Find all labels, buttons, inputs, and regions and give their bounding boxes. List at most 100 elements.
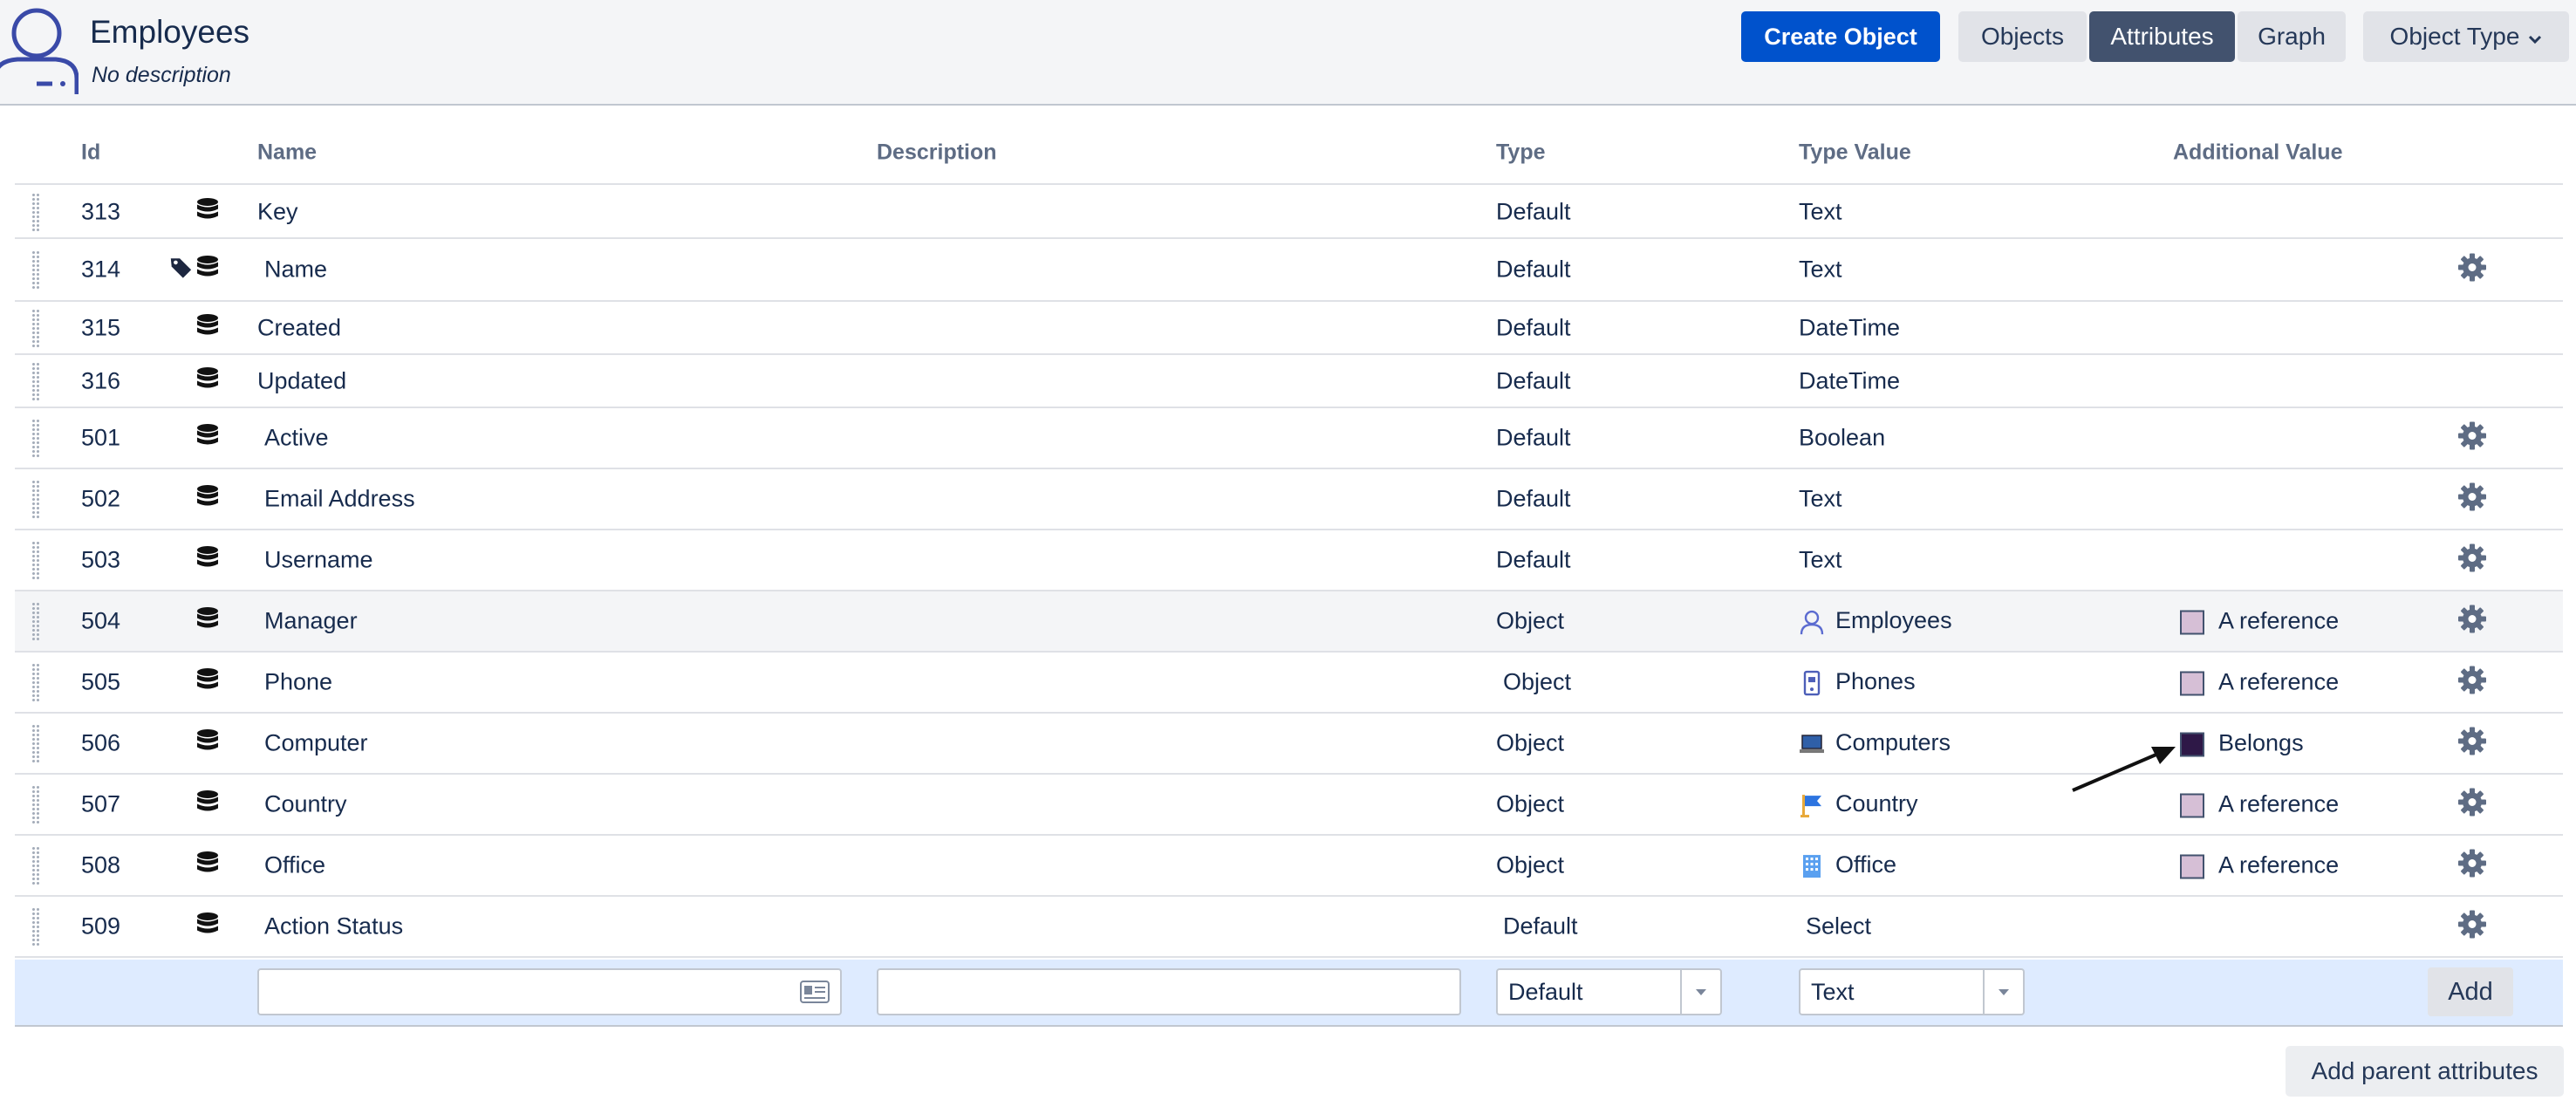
attribute-id: 501 — [81, 424, 121, 451]
drag-handle-icon[interactable] — [31, 907, 40, 946]
attribute-type-value: Boolean — [1799, 425, 1885, 452]
attribute-type: Object — [1496, 729, 1565, 756]
drag-handle-icon[interactable] — [31, 419, 40, 457]
table-row[interactable]: 503 Username Default Text — [15, 530, 2563, 591]
table-row[interactable]: 502 Email Address Default Text — [15, 469, 2563, 530]
table-row[interactable]: 315 Created Default DateTime — [15, 302, 2563, 355]
table-row[interactable]: 313 Key Default Text — [15, 186, 2563, 239]
table-row[interactable]: 501 Active Default Boolean — [15, 408, 2563, 469]
attribute-name[interactable]: Created — [257, 314, 341, 341]
attribute-name[interactable]: Key — [257, 198, 298, 225]
attribute-name[interactable]: Name — [264, 256, 327, 284]
table-row[interactable]: 509 Action Status Default Select — [15, 897, 2563, 958]
attribute-name[interactable]: Manager — [264, 608, 358, 635]
attribute-name[interactable]: Username — [264, 547, 373, 574]
reference-color-swatch — [2180, 671, 2204, 696]
page-title: Employees — [90, 14, 250, 50]
attribute-type: Default — [1496, 198, 1571, 224]
gear-icon[interactable] — [2457, 666, 2487, 700]
type-value-label: Phones — [1835, 668, 1916, 695]
attribute-name[interactable]: Phone — [264, 669, 332, 696]
column-header-id[interactable]: Id — [81, 140, 100, 166]
new-attribute-description-input[interactable] — [877, 968, 1461, 1015]
attribute-id: 503 — [81, 546, 121, 573]
table-header-row: Id Name Description Type Type Value Addi… — [15, 122, 2563, 185]
attribute-name[interactable]: Country — [264, 791, 347, 818]
reference-color-swatch — [2180, 793, 2204, 818]
attribute-type-value: DateTime — [1799, 367, 1900, 394]
column-header-description[interactable]: Description — [877, 140, 997, 166]
attribute-name[interactable]: Action Status — [264, 913, 403, 940]
drag-handle-icon[interactable] — [31, 308, 40, 347]
new-attribute-name-input[interactable] — [257, 968, 842, 1015]
drag-handle-icon[interactable] — [31, 192, 40, 231]
additional-value-label: A reference — [2218, 668, 2340, 695]
table-row[interactable]: 508 Office Object Office A reference — [15, 836, 2563, 897]
table-row[interactable]: 505 Phone Object Phones A reference — [15, 653, 2563, 714]
gear-icon[interactable] — [2457, 910, 2487, 944]
gear-icon[interactable] — [2457, 543, 2487, 578]
type-value-select-value: Text — [1811, 979, 1855, 1005]
add-attribute-button[interactable]: Add — [2428, 967, 2513, 1016]
laptop-icon — [1799, 731, 1825, 757]
attribute-type-value: Employees — [1799, 607, 1952, 635]
dropdown-arrow-icon[interactable] — [1680, 970, 1720, 1014]
column-header-additional-value[interactable]: Additional Value — [2173, 140, 2342, 166]
attribute-type: Default — [1496, 256, 1571, 283]
create-object-button[interactable]: Create Object — [1741, 11, 1940, 62]
drag-handle-icon[interactable] — [31, 361, 40, 400]
table-row[interactable]: 504 Manager Object Employees A reference — [15, 591, 2563, 653]
drag-handle-icon[interactable] — [31, 846, 40, 885]
gear-icon[interactable] — [2457, 253, 2487, 287]
page-description: No description — [92, 63, 231, 87]
tab-objects[interactable]: Objects — [1958, 11, 2087, 62]
drag-handle-icon[interactable] — [31, 785, 40, 824]
column-header-type-value[interactable]: Type Value — [1799, 140, 1911, 166]
dropdown-arrow-icon[interactable] — [1983, 970, 2023, 1014]
column-header-name[interactable]: Name — [257, 140, 317, 166]
phone-icon — [1799, 670, 1825, 696]
attribute-id: 314 — [81, 256, 121, 283]
drag-handle-icon[interactable] — [31, 602, 40, 640]
attribute-name[interactable]: Active — [264, 425, 329, 452]
table-row[interactable]: 316 Updated Default DateTime — [15, 355, 2563, 408]
table-row[interactable]: 314 Name Default Text — [15, 239, 2563, 302]
database-icon — [195, 728, 221, 759]
new-attribute-type-select[interactable]: Default — [1496, 968, 1722, 1015]
attribute-id: 509 — [81, 912, 121, 940]
object-type-person-icon — [0, 8, 79, 94]
gear-icon[interactable] — [2457, 849, 2487, 883]
attribute-type: Object — [1503, 668, 1572, 695]
gear-icon[interactable] — [2457, 605, 2487, 639]
gear-icon[interactable] — [2457, 727, 2487, 761]
attribute-name[interactable]: Office — [264, 852, 325, 879]
drag-handle-icon[interactable] — [31, 724, 40, 762]
object-type-menu-button[interactable]: Object Type — [2363, 11, 2569, 62]
attribute-name[interactable]: Updated — [257, 367, 346, 394]
drag-handle-icon[interactable] — [31, 480, 40, 518]
new-attribute-type-value-select[interactable]: Text — [1799, 968, 2025, 1015]
column-header-type[interactable]: Type — [1496, 140, 1546, 166]
attribute-id: 506 — [81, 729, 121, 756]
building-icon — [1799, 853, 1825, 879]
drag-handle-icon[interactable] — [31, 250, 40, 289]
type-value-label: Employees — [1835, 607, 1952, 634]
attribute-id: 508 — [81, 851, 121, 878]
tab-graph[interactable]: Graph — [2238, 11, 2346, 62]
attribute-type: Object — [1496, 790, 1565, 817]
gear-icon[interactable] — [2457, 788, 2487, 822]
tab-attributes[interactable]: Attributes — [2089, 11, 2235, 62]
drag-handle-icon[interactable] — [31, 663, 40, 701]
database-icon — [195, 851, 221, 881]
type-value-label: DateTime — [1799, 314, 1901, 340]
drag-handle-icon[interactable] — [31, 541, 40, 579]
gear-icon[interactable] — [2457, 421, 2487, 455]
attribute-name[interactable]: Computer — [264, 730, 368, 757]
add-parent-attributes-button[interactable]: Add parent attributes — [2286, 1046, 2564, 1097]
gear-icon[interactable] — [2457, 482, 2487, 516]
attribute-type-value: Text — [1799, 198, 1842, 225]
attribute-name[interactable]: Email Address — [264, 486, 415, 513]
reference-color-swatch — [2180, 732, 2204, 757]
additional-value-label: A reference — [2218, 851, 2340, 878]
type-value-label: Country — [1835, 790, 1918, 817]
